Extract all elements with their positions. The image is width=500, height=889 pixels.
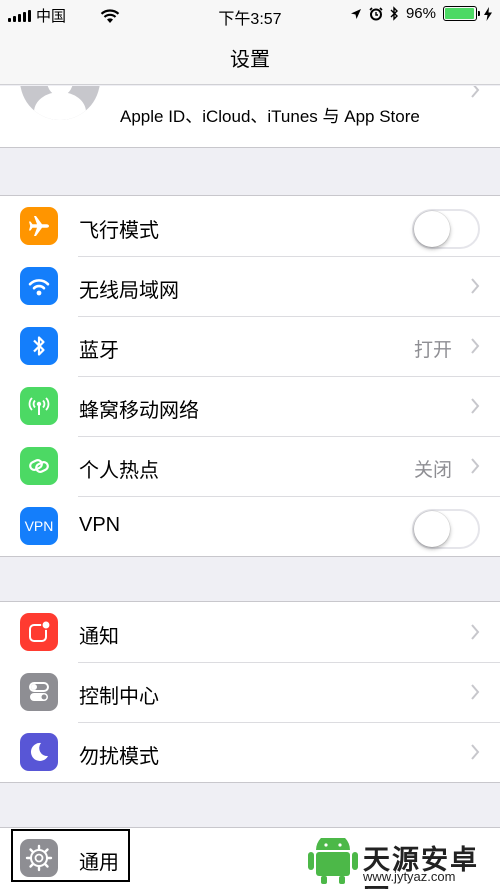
location-arrow-icon — [350, 8, 361, 19]
settings-row-label: 通知 — [79, 626, 119, 648]
settings-row-notifications[interactable]: 通知 — [0, 602, 500, 662]
chevron-right-icon — [471, 744, 480, 760]
chevron-right-icon — [471, 278, 480, 294]
settings-group-notifications: 通知 控制中心 勿扰模式 — [0, 601, 500, 783]
airplane-icon — [20, 207, 58, 245]
watermark: 天源安卓网 www.jytyaz.com — [308, 838, 498, 889]
settings-row-wifi[interactable]: 无线局域网 — [0, 256, 500, 316]
settings-group-connectivity: 飞行模式 无线局域网 蓝牙 打开 蜂窝移动网络 个人热点 关闭 VPN VPN — [0, 195, 500, 557]
navigation-bar: 设置 — [0, 28, 500, 85]
settings-row-do-not-disturb[interactable]: 勿扰模式 — [0, 722, 500, 782]
chevron-right-icon — [471, 398, 480, 414]
chevron-right-icon — [471, 458, 480, 474]
settings-row-cellular[interactable]: 蜂窝移动网络 — [0, 376, 500, 436]
bluetooth-status-value: 打开 — [413, 340, 452, 361]
settings-row-label: 控制中心 — [79, 686, 159, 708]
vpn-icon-text: VPN — [24, 518, 54, 534]
settings-row-personal-hotspot[interactable]: 个人热点 关闭 — [0, 436, 500, 496]
battery-percent: 96% — [405, 5, 436, 22]
chevron-right-icon — [471, 624, 480, 640]
settings-row-label: VPN — [79, 514, 121, 536]
cellular-antenna-icon — [20, 387, 58, 425]
chevron-right-icon — [471, 684, 480, 700]
settings-row-label: 无线局域网 — [79, 280, 179, 302]
hotspot-status-value: 关闭 — [413, 460, 452, 481]
apple-id-row[interactable]: Apple ID、iCloud、iTunes 与 App Store — [0, 86, 500, 148]
settings-row-label: 蜂窝移动网络 — [79, 400, 199, 422]
hotspot-link-icon — [20, 447, 58, 485]
wifi-icon — [20, 267, 58, 305]
settings-row-label: 飞行模式 — [79, 220, 159, 242]
watermark-url: www.jytyaz.com — [363, 869, 456, 884]
charging-bolt-icon — [484, 6, 492, 21]
vpn-toggle[interactable] — [412, 509, 480, 549]
status-bar: 中国 下午3:57 96% — [0, 0, 500, 28]
settings-row-label: 勿扰模式 — [79, 746, 159, 768]
settings-row-vpn[interactable]: VPN VPN — [0, 496, 500, 556]
settings-row-label: 个人热点 — [79, 460, 159, 482]
airplane-mode-toggle[interactable] — [412, 209, 480, 249]
chevron-right-icon — [471, 338, 480, 354]
settings-row-control-center[interactable]: 控制中心 — [0, 662, 500, 722]
settings-row-bluetooth[interactable]: 蓝牙 打开 — [0, 316, 500, 376]
chevron-right-icon — [471, 86, 480, 98]
notifications-icon — [20, 613, 58, 651]
android-logo-icon — [308, 838, 358, 884]
settings-row-label: 蓝牙 — [79, 340, 119, 362]
highlight-box — [11, 829, 130, 882]
alarm-clock-icon — [369, 6, 383, 20]
battery-icon — [443, 6, 480, 21]
vpn-icon: VPN — [20, 507, 58, 545]
bluetooth-icon — [20, 327, 58, 365]
apple-id-label: Apple ID、iCloud、iTunes 与 App Store — [120, 107, 420, 126]
settings-row-airplane-mode[interactable]: 飞行模式 — [0, 196, 500, 256]
avatar — [20, 86, 100, 120]
control-center-icon — [20, 673, 58, 711]
moon-icon — [20, 733, 58, 771]
bluetooth-status-icon — [390, 6, 398, 21]
page-title: 设置 — [230, 49, 270, 71]
